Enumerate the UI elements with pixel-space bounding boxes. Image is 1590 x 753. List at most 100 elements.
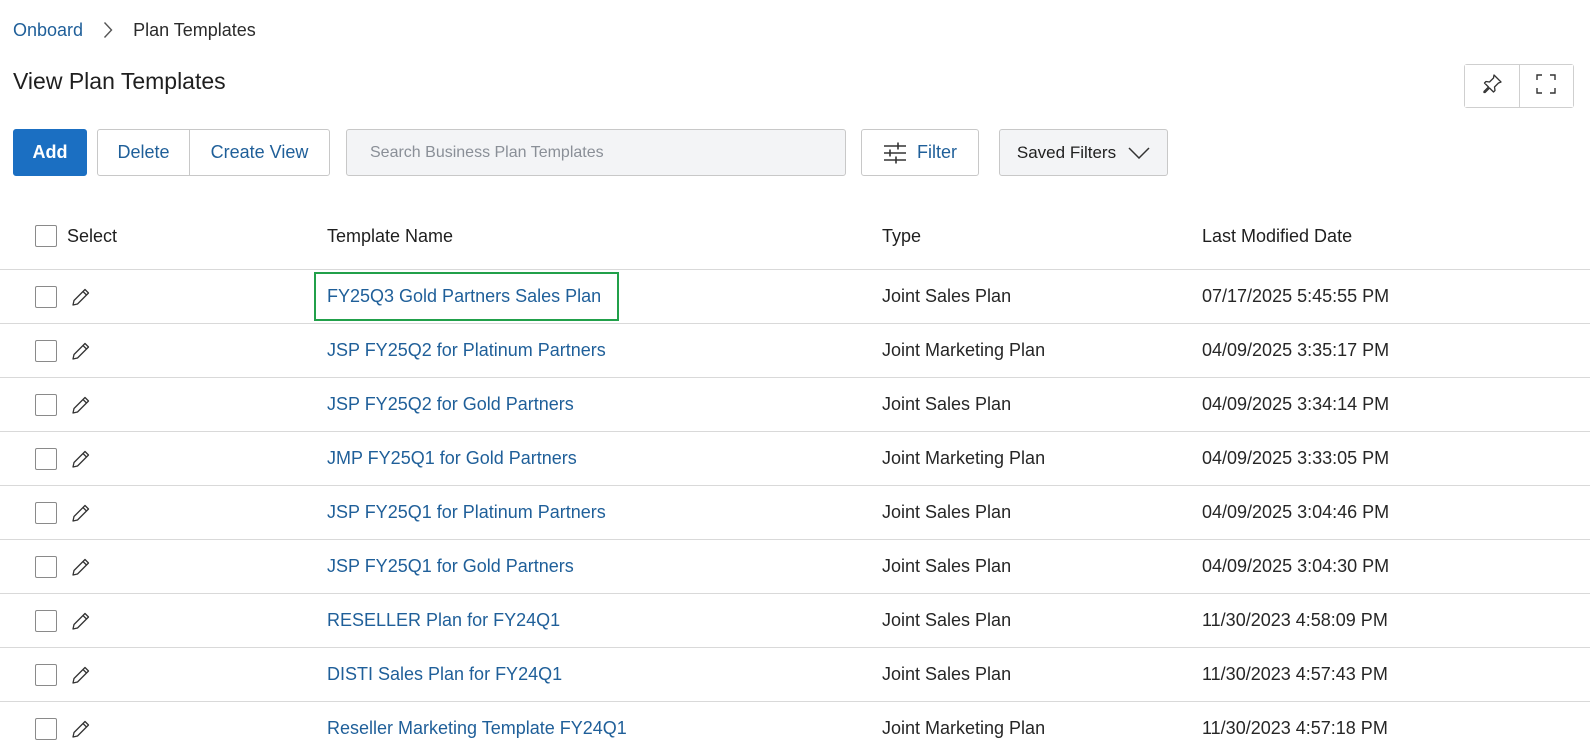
row-type-cell: Joint Marketing Plan [882, 324, 1045, 377]
row-edit-cell [70, 432, 92, 485]
template-type: Joint Marketing Plan [882, 448, 1046, 468]
add-button[interactable]: Add [13, 129, 87, 176]
template-type: Joint Marketing Plan [882, 718, 1046, 738]
row-date-cell: 04/09/2025 3:35:17 PM [1202, 324, 1389, 377]
row-select-cell [35, 702, 57, 753]
row-checkbox[interactable] [35, 393, 57, 416]
pencil-icon[interactable] [70, 502, 92, 524]
row-name-cell: FY25Q3 Gold Partners Sales Plan [313, 270, 620, 323]
header-select: Select [35, 203, 117, 269]
pencil-icon[interactable] [70, 664, 92, 686]
row-select-cell [35, 486, 57, 539]
template-type: Joint Sales Plan [882, 502, 1012, 522]
breadcrumb: Onboard Plan Templates [13, 18, 256, 42]
row-select-cell [35, 324, 57, 377]
table-row: RESELLER Plan for FY24Q1 Joint Sales Pla… [0, 594, 1590, 648]
row-type-cell: Joint Sales Plan [882, 486, 1011, 539]
template-name-link[interactable]: JMP FY25Q1 for Gold Partners [327, 448, 577, 469]
template-name-link[interactable]: Reseller Marketing Template FY24Q1 [327, 718, 627, 739]
header-type[interactable]: Type [882, 203, 921, 269]
template-name-link[interactable]: JSP FY25Q1 for Gold Partners [327, 556, 574, 577]
row-edit-cell [70, 324, 92, 377]
table-row: JMP FY25Q1 for Gold Partners Joint Marke… [0, 432, 1590, 486]
row-checkbox[interactable] [35, 609, 57, 632]
row-checkbox[interactable] [35, 717, 57, 740]
row-type-cell: Joint Marketing Plan [882, 432, 1045, 485]
row-edit-cell [70, 378, 92, 431]
last-modified-date: 11/30/2023 4:57:18 PM [1202, 718, 1388, 738]
breadcrumb-link-onboard[interactable]: Onboard [13, 20, 83, 41]
row-type-cell: Joint Sales Plan [882, 594, 1011, 647]
row-edit-cell [70, 486, 92, 539]
row-select-cell [35, 648, 57, 701]
pencil-icon[interactable] [70, 286, 92, 308]
row-name-cell: JSP FY25Q1 for Platinum Partners [327, 486, 606, 539]
template-name-link[interactable]: DISTI Sales Plan for FY24Q1 [327, 664, 562, 685]
template-name-link[interactable]: RESELLER Plan for FY24Q1 [327, 610, 560, 631]
row-edit-cell [70, 648, 92, 701]
template-type: Joint Sales Plan [882, 286, 1012, 306]
row-name-cell: RESELLER Plan for FY24Q1 [327, 594, 560, 647]
fullscreen-icon [1535, 73, 1557, 100]
table-row: JSP FY25Q2 for Gold Partners Joint Sales… [0, 378, 1590, 432]
filter-label: Filter [917, 142, 957, 162]
last-modified-date: 11/30/2023 4:58:09 PM [1202, 610, 1388, 630]
last-modified-date: 04/09/2025 3:35:17 PM [1202, 340, 1390, 360]
template-name-link[interactable]: JSP FY25Q2 for Gold Partners [327, 394, 574, 415]
page-title: View Plan Templates [13, 68, 226, 94]
pencil-icon[interactable] [70, 340, 92, 362]
pencil-icon[interactable] [70, 448, 92, 470]
templates-table: Select Template Name Type Last Modified … [0, 203, 1590, 753]
row-select-cell [35, 432, 57, 485]
select-all-checkbox[interactable] [35, 225, 57, 247]
row-checkbox[interactable] [35, 663, 57, 686]
row-checkbox[interactable] [35, 285, 57, 308]
template-name-link[interactable]: JSP FY25Q1 for Platinum Partners [327, 502, 606, 523]
fullscreen-button[interactable] [1518, 65, 1573, 107]
pin-button[interactable] [1465, 65, 1519, 107]
table-row: FY25Q3 Gold Partners Sales Plan Joint Sa… [0, 270, 1590, 324]
page-tools [1464, 64, 1574, 108]
template-name-link[interactable]: JSP FY25Q2 for Platinum Partners [327, 340, 606, 361]
last-modified-date: 04/09/2025 3:04:46 PM [1202, 502, 1390, 522]
row-name-cell: DISTI Sales Plan for FY24Q1 [327, 648, 562, 701]
table-row: DISTI Sales Plan for FY24Q1 Joint Sales … [0, 648, 1590, 702]
filter-button[interactable]: Filter [861, 129, 979, 176]
row-name-cell: JSP FY25Q1 for Gold Partners [327, 540, 574, 593]
row-checkbox[interactable] [35, 501, 57, 524]
pin-icon [1481, 73, 1503, 100]
header-last-modified-date[interactable]: Last Modified Date [1202, 203, 1352, 269]
row-type-cell: Joint Sales Plan [882, 270, 1011, 323]
row-name-cell: JSP FY25Q2 for Gold Partners [327, 378, 574, 431]
row-checkbox[interactable] [35, 447, 57, 470]
row-edit-cell [70, 270, 92, 323]
pencil-icon[interactable] [70, 394, 92, 416]
create-view-button[interactable]: Create View [189, 130, 329, 175]
row-type-cell: Joint Sales Plan [882, 648, 1011, 701]
row-edit-cell [70, 540, 92, 593]
row-date-cell: 07/17/2025 5:45:55 PM [1202, 270, 1389, 323]
row-edit-cell [70, 594, 92, 647]
row-checkbox[interactable] [35, 555, 57, 578]
template-type: Joint Sales Plan [882, 664, 1012, 684]
pencil-icon[interactable] [70, 610, 92, 632]
pencil-icon[interactable] [70, 718, 92, 740]
table-row: JSP FY25Q2 for Platinum Partners Joint M… [0, 324, 1590, 378]
table-row: Reseller Marketing Template FY24Q1 Joint… [0, 702, 1590, 753]
template-type: Joint Sales Plan [882, 556, 1012, 576]
pencil-icon[interactable] [70, 556, 92, 578]
table-row: JSP FY25Q1 for Platinum Partners Joint S… [0, 486, 1590, 540]
template-name-link[interactable]: FY25Q3 Gold Partners Sales Plan [313, 272, 620, 321]
template-type: Joint Sales Plan [882, 610, 1012, 630]
saved-filters-dropdown[interactable]: Saved Filters [999, 129, 1168, 176]
breadcrumb-current: Plan Templates [133, 19, 256, 40]
row-date-cell: 04/09/2025 3:04:30 PM [1202, 540, 1389, 593]
row-date-cell: 04/09/2025 3:34:14 PM [1202, 378, 1389, 431]
row-name-cell: JSP FY25Q2 for Platinum Partners [327, 324, 606, 377]
header-template-name[interactable]: Template Name [327, 203, 453, 269]
search-input[interactable] [346, 129, 846, 176]
saved-filters-label: Saved Filters [1016, 142, 1117, 162]
row-checkbox[interactable] [35, 339, 57, 362]
row-select-cell [35, 540, 57, 593]
delete-button[interactable]: Delete [98, 130, 189, 175]
